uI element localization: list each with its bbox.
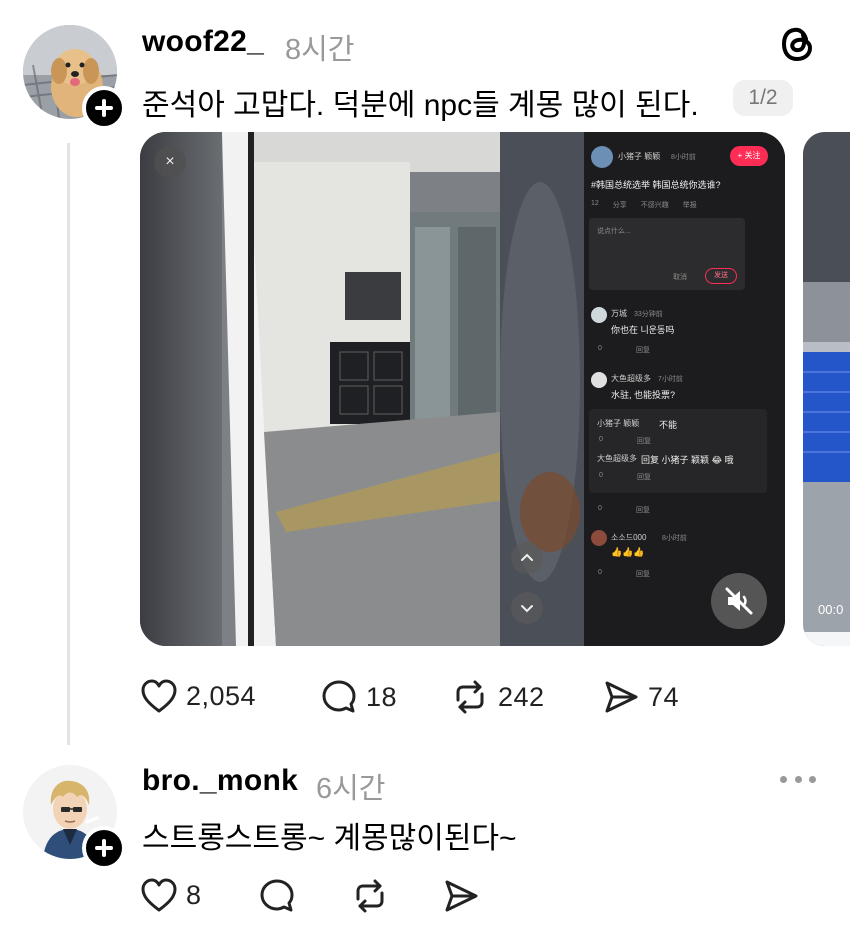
- chevron-down-icon: [521, 605, 533, 613]
- repost-icon: [356, 879, 384, 913]
- reply-text: 不能: [659, 420, 678, 430]
- reply-text: 回复 小猪子 颖颖 😂 哦: [641, 455, 734, 465]
- post-username[interactable]: bro._monk: [142, 764, 298, 798]
- post-username[interactable]: woof22_: [142, 25, 264, 59]
- comment-bubble-icon: [260, 879, 294, 912]
- like-count: 8: [186, 879, 202, 910]
- comment-author: 소소드000: [611, 533, 647, 542]
- more-options-button[interactable]: [780, 770, 816, 788]
- repost-button[interactable]: [350, 877, 390, 915]
- comment-text: 👍👍👍: [611, 547, 645, 557]
- more-dot: [809, 775, 816, 783]
- comment-input-box[interactable]: 说点什么... 取消 发送: [589, 218, 745, 290]
- thread-connector-line: [67, 143, 70, 745]
- comment-time: 33分钟前: [634, 311, 663, 318]
- caption-stats-row: 12 分享 不感兴趣 举报: [591, 200, 697, 210]
- comment-author: 万城: [611, 309, 627, 318]
- post-body-text: 스트롱스트롱~ 계몽많이된다~: [142, 822, 517, 855]
- like-count: 2,054: [186, 680, 257, 711]
- stat-likes[interactable]: 12: [591, 200, 599, 210]
- reply-reply-button[interactable]: 回复: [637, 436, 651, 446]
- comment-count: 18: [366, 681, 398, 712]
- mute-toggle-button[interactable]: [711, 573, 767, 629]
- comment-time: 8小时前: [662, 535, 687, 542]
- comment-avatar: [591, 307, 607, 323]
- comment-button[interactable]: 18: [320, 678, 397, 716]
- post-timestamp: 8시간: [285, 34, 355, 66]
- send-icon: [445, 880, 478, 912]
- media-pager-indicator: 1/2: [733, 80, 793, 116]
- comment-avatar: [591, 530, 607, 546]
- poster-avatar: [591, 146, 613, 168]
- comment-like-count[interactable]: 0: [598, 569, 602, 576]
- like-button[interactable]: 8: [140, 877, 202, 913]
- reply-like-count[interactable]: 0: [599, 472, 603, 479]
- comment-reply-button[interactable]: 回复: [636, 569, 650, 579]
- repost-count: 242: [498, 681, 545, 712]
- repost-button[interactable]: 242: [450, 678, 545, 716]
- post-timestamp: 6시간: [316, 773, 386, 805]
- more-dot: [794, 775, 802, 783]
- threads-logo-icon[interactable]: [780, 24, 816, 64]
- comment-like-count[interactable]: 0: [598, 345, 602, 352]
- stat-share[interactable]: 分享: [613, 200, 627, 210]
- poster-time: 8小时前: [671, 154, 696, 161]
- more-dot: [780, 775, 787, 783]
- follow-button[interactable]: + 关注: [730, 146, 768, 166]
- stat-report[interactable]: 举报: [683, 200, 697, 210]
- comment-input-placeholder: 说点什么...: [597, 228, 631, 235]
- close-video-button[interactable]: ×: [154, 146, 186, 178]
- share-button[interactable]: 74: [602, 678, 679, 716]
- chevron-up-icon: [521, 553, 533, 561]
- comment-text: 水驻, 也能投票?: [611, 390, 676, 400]
- stat-not-interested[interactable]: 不感兴趣: [641, 200, 669, 210]
- scroll-up-button[interactable]: [511, 542, 543, 574]
- video-media-card[interactable]: × 小猪子 颖颖 8小时前 + 关注 #韩国总统选举 韩国总统你选谁? 12 分…: [140, 132, 785, 646]
- post-body-text: 준석아 고맙다. 덕분에 npc들 계몽 많이 된다.: [142, 89, 699, 122]
- video-caption: #韩国总统选举 韩国总统你选谁?: [591, 180, 721, 190]
- comment-cancel-button[interactable]: 取消: [673, 272, 687, 282]
- second-media-timestamp: 00:0: [818, 602, 844, 617]
- comment-reply-button[interactable]: 回复: [636, 345, 650, 355]
- comment-text: 你也在 니운동吗: [611, 325, 675, 335]
- share-count: 74: [648, 681, 680, 712]
- comment-author: 大鱼超级多: [611, 374, 651, 383]
- scroll-down-button[interactable]: [511, 592, 543, 624]
- heart-icon: [141, 878, 177, 912]
- nested-replies-box: 小猪子 颖颖 不能 0 回复 大鱼超级多 回复 小猪子 颖颖 😂 哦 0 回复: [589, 409, 767, 493]
- comment-send-button[interactable]: 发送: [705, 268, 737, 284]
- reply-reply-button[interactable]: 回复: [637, 472, 651, 482]
- follow-plus-badge-bro-monk[interactable]: [82, 826, 126, 870]
- comment-like-count[interactable]: 0: [598, 505, 602, 512]
- share-button[interactable]: [442, 877, 480, 915]
- second-media-image: [803, 132, 850, 646]
- comment-reply-button[interactable]: 回复: [636, 505, 650, 515]
- like-button[interactable]: 2,054: [140, 678, 256, 714]
- heart-icon: [141, 679, 177, 713]
- repost-icon: [456, 680, 484, 714]
- comment-avatar: [591, 372, 607, 388]
- reply-like-count[interactable]: 0: [599, 436, 603, 443]
- reply-author: 大鱼超级多: [597, 454, 637, 463]
- speaker-muted-icon: [725, 587, 753, 615]
- reply-author: 小猪子 颖颖: [597, 419, 640, 428]
- poster-name: 小猪子 颖颖: [618, 152, 661, 161]
- comment-bubble-icon: [322, 680, 356, 713]
- second-media-card[interactable]: 00:0: [803, 132, 850, 646]
- comment-button[interactable]: [258, 877, 296, 915]
- follow-plus-badge-woof22[interactable]: [82, 86, 126, 130]
- send-icon: [605, 681, 638, 713]
- video-comment-panel: 小猪子 颖颖 8小时前 + 关注 #韩国总统选举 韩国总统你选谁? 12 分享 …: [584, 132, 785, 646]
- comment-time: 7小时前: [658, 376, 683, 383]
